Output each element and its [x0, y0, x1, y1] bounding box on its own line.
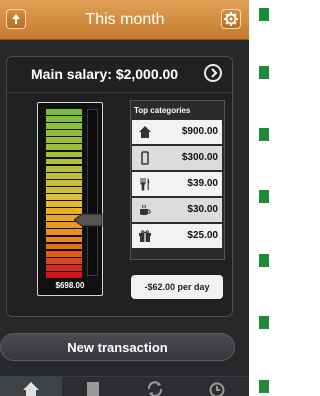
gauge-segment	[46, 229, 82, 236]
clock-icon	[209, 382, 225, 396]
category-row-home[interactable]: $900.00	[132, 120, 222, 144]
chevron-right-icon	[211, 68, 218, 78]
tab-sync[interactable]	[124, 377, 186, 396]
gauge-track	[87, 109, 98, 276]
app-screen: This month Main salary: $2,000.00 $698.0…	[0, 0, 249, 396]
sync-icon	[147, 381, 163, 396]
settings-button[interactable]	[221, 9, 241, 29]
tab-transactions[interactable]	[62, 377, 124, 396]
category-amount: $39.00	[187, 178, 218, 189]
gauge-segment	[46, 236, 82, 243]
gauge-segment	[46, 130, 82, 137]
gauge-bars	[46, 109, 83, 279]
gauge-segment	[46, 186, 82, 193]
category-row-coffee[interactable]: $30.00	[132, 198, 222, 222]
side-mark	[259, 190, 269, 203]
tab-history[interactable]	[186, 377, 248, 396]
top-categories-heading: Top categories	[134, 106, 191, 115]
gauge-pointer[interactable]	[74, 212, 104, 228]
gauge-segment	[46, 257, 82, 264]
coffee-icon	[140, 204, 151, 215]
gauge-segment	[46, 144, 82, 151]
side-mark	[259, 380, 269, 393]
gauge-segment	[46, 172, 82, 179]
side-mark	[259, 128, 269, 141]
spent-amount: $698.00	[55, 281, 85, 290]
category-row-food[interactable]: $39.00	[132, 172, 222, 196]
tab-home[interactable]	[0, 377, 62, 396]
gauge-segment	[46, 151, 82, 158]
new-transaction-button[interactable]: New transaction	[0, 333, 235, 361]
side-mark	[259, 316, 269, 329]
salary-label: Main salary: $2,000.00	[31, 66, 179, 82]
home-icon	[23, 382, 39, 396]
side-mark	[259, 66, 269, 79]
gauge-segment	[46, 116, 82, 122]
per-day-badge: -$62.00 per day	[131, 275, 223, 299]
category-amount: $300.00	[181, 152, 218, 163]
gauge-segment	[46, 194, 82, 200]
gauge-segment	[46, 243, 82, 250]
category-amount: $900.00	[181, 126, 218, 137]
gauge-segment	[46, 158, 82, 165]
gauge-segment	[46, 271, 82, 278]
title-bar: This month	[0, 0, 249, 40]
receipt-icon	[87, 382, 99, 396]
gear-icon	[224, 12, 238, 26]
tab-bar	[0, 376, 249, 396]
gauge-segment	[46, 123, 82, 130]
gauge-segment	[46, 201, 82, 207]
gauge-segment	[46, 250, 82, 257]
fork-knife-icon	[140, 178, 150, 191]
phone-icon	[141, 151, 149, 165]
gauge-segment	[46, 264, 82, 271]
arrow-up-icon	[12, 14, 20, 24]
category-amount: $30.00	[187, 204, 218, 215]
category-amount: $25.00	[187, 230, 218, 241]
side-mark	[259, 8, 269, 21]
back-button[interactable]	[6, 9, 26, 29]
page-title: This month	[85, 11, 165, 28]
side-mark	[259, 254, 269, 267]
divider	[7, 92, 232, 93]
gauge-segment	[46, 165, 82, 172]
home-icon	[139, 126, 151, 138]
category-row-gift[interactable]: $25.00	[132, 224, 222, 248]
gauge-segment	[46, 179, 82, 186]
gauge-segment	[46, 137, 82, 144]
category-row-phone[interactable]: $300.00	[132, 146, 222, 170]
gauge-segment	[46, 109, 82, 115]
salary-detail-button[interactable]	[204, 64, 222, 82]
gift-icon	[139, 230, 151, 242]
